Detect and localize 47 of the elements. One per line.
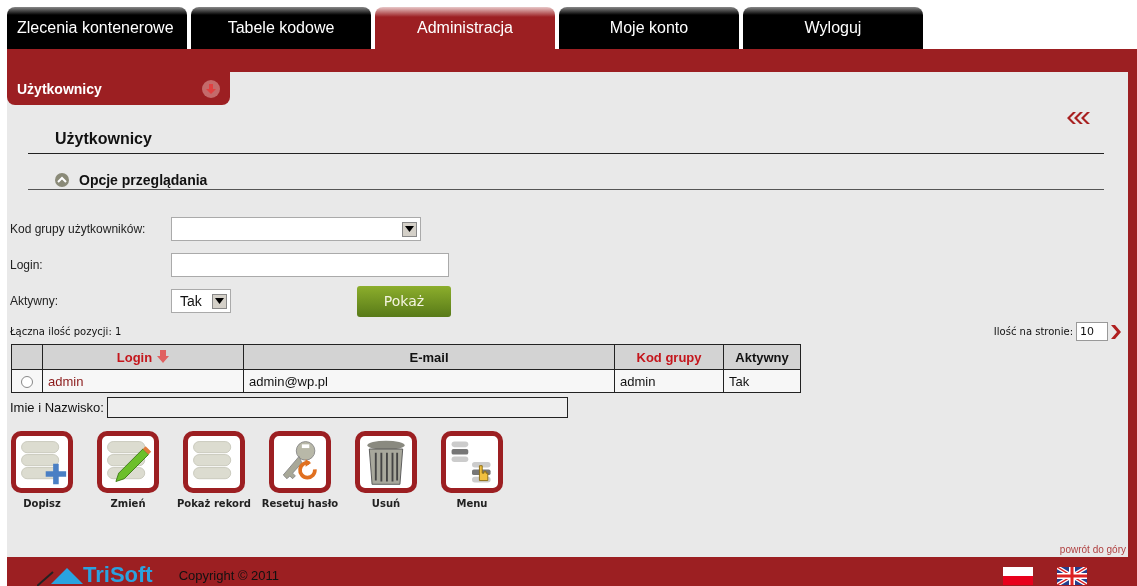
page-title: Użytkownicy [55,130,152,147]
name-label: Imie i Nazwisko: [10,400,104,415]
back-to-top-link[interactable]: powrót do góry [1059,544,1126,555]
triple-chevron-left-icon[interactable] [1067,112,1091,124]
action-button[interactable] [97,431,159,493]
chevron-up-icon[interactable] [55,173,69,187]
action-label: Dopisz [23,498,61,509]
copyright: Copyright © 2011 [178,567,280,583]
nav-tab[interactable]: Zlecenia kontenerowe [7,7,187,49]
action-label: Menu [456,498,488,509]
row-radio[interactable] [21,376,33,389]
table-cell: admin@wp.pl [243,369,615,393]
login-field[interactable] [171,253,449,277]
column-header[interactable]: Login [42,344,244,370]
sort-down-icon [157,349,170,363]
chevron-right-icon[interactable] [1111,324,1121,339]
column-header: Aktywny [723,344,801,370]
filter-label: Aktywny: [10,294,59,308]
total-count: Łączna ilość pozycji: 1 [10,326,122,337]
section-tab[interactable]: Użytkownicy [7,72,230,105]
nav-tab[interactable]: Administracja [375,7,555,49]
action-button[interactable] [355,431,417,493]
nav-tab[interactable]: Tabele kodowe [191,7,371,49]
per-page-field[interactable]: 10 [1076,322,1108,341]
action-button[interactable] [269,431,331,493]
action-label: Zmień [110,498,146,509]
filter-label: Login: [10,258,44,272]
nav-tab[interactable]: Wyloguj [743,7,923,49]
action-button[interactable] [183,431,245,493]
column-header[interactable]: Kod grupy [614,344,724,370]
polish-flag-icon[interactable] [1003,567,1033,585]
login-link[interactable]: admin [48,373,84,389]
nav-tab[interactable]: Moje konto [559,7,739,49]
options-heading[interactable]: Opcje przeglądania [79,172,208,188]
action-label: Pokaż rekord [177,498,251,509]
action-label: Resetuj hasło [261,498,339,509]
column-header: E-mail [243,344,615,370]
action-button[interactable] [11,431,73,493]
name-field[interactable] [106,397,568,418]
active-select[interactable]: Tak [171,289,231,313]
filter-label: Kod grupy użytkowników: [10,222,147,236]
logo-text: TriSoft [83,564,153,586]
per-page-label: Ilość na stronie: [993,326,1073,337]
collapse-down-icon [202,79,220,98]
action-button[interactable] [441,431,503,493]
british-flag-icon[interactable] [1057,567,1087,585]
action-label: Usuń [371,498,401,509]
